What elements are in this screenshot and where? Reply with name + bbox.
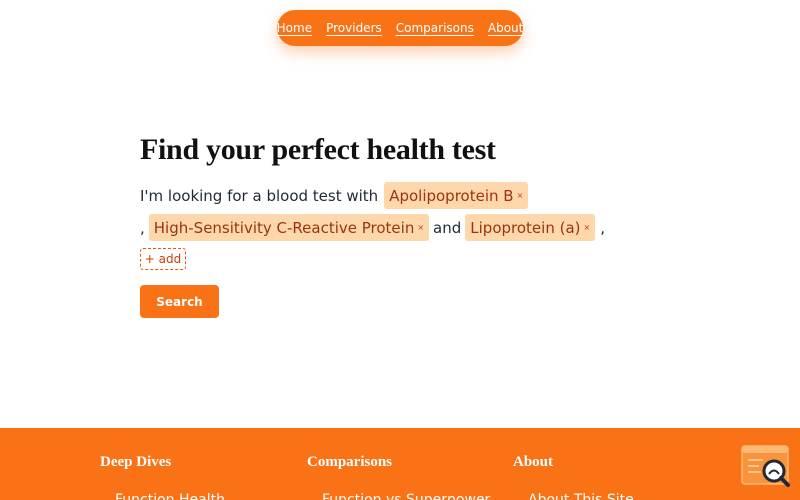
nav-home[interactable]: Home xyxy=(277,21,312,35)
add-marker-button[interactable]: + add xyxy=(140,248,186,270)
nav-providers[interactable]: Providers xyxy=(326,21,382,35)
footer-link-function-health[interactable]: Function Health xyxy=(115,492,225,500)
query-sentence-line-1: I'm looking for a blood test with Apolip… xyxy=(140,182,529,209)
query-sentence-line-2: , High-Sensitivity C-Reactive Protein × … xyxy=(140,214,605,241)
trailing-comma: , xyxy=(600,218,605,237)
footer-link-about-this-site[interactable]: About This Site xyxy=(528,492,634,500)
chip-label: Apolipoprotein B xyxy=(389,186,514,205)
chip-remove-icon[interactable]: × xyxy=(417,223,424,232)
conjunction-text: and xyxy=(433,218,462,237)
footer-heading-comparisons: Comparisons xyxy=(307,454,393,470)
footer-heading-about: About xyxy=(513,454,554,470)
marker-chip-apolipoprotein-b[interactable]: Apolipoprotein B × xyxy=(384,182,529,209)
nav-comparisons[interactable]: Comparisons xyxy=(396,21,474,35)
footer-heading-deep-dives: Deep Dives xyxy=(100,454,172,470)
footer-link-function-vs-superpower[interactable]: Function vs Superpower xyxy=(322,492,490,500)
separator-comma: , xyxy=(140,218,145,237)
search-document-icon[interactable] xyxy=(741,445,791,489)
site-footer: Deep Dives Comparisons About Function He… xyxy=(0,428,800,500)
chip-remove-icon[interactable]: × xyxy=(584,223,591,232)
chip-remove-icon[interactable]: × xyxy=(517,191,524,200)
hero: Find your perfect health test xyxy=(140,133,660,167)
nav-about[interactable]: About xyxy=(488,21,523,35)
query-intro-text: I'm looking for a blood test with xyxy=(140,186,379,205)
marker-chip-lipoprotein-a[interactable]: Lipoprotein (a) × xyxy=(465,214,596,241)
search-button[interactable]: Search xyxy=(140,285,219,318)
top-nav: Home Providers Comparisons About xyxy=(277,10,523,46)
marker-chip-hs-crp[interactable]: High-Sensitivity C-Reactive Protein × xyxy=(148,214,430,241)
page-title: Find your perfect health test xyxy=(140,133,496,166)
chip-label: Lipoprotein (a) xyxy=(470,218,581,237)
chip-label: High-Sensitivity C-Reactive Protein xyxy=(153,218,415,237)
